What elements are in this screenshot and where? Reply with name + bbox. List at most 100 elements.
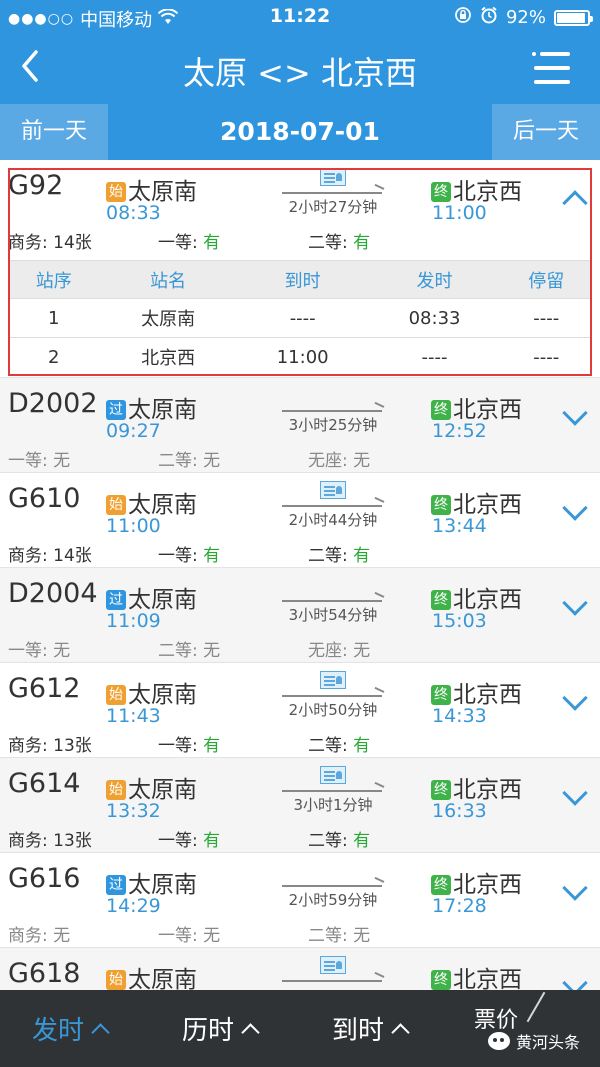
table-cell: ---- xyxy=(236,298,369,338)
date-bar: 前一天 2018-07-01 后一天 xyxy=(0,104,600,160)
seat-count: 14张 xyxy=(53,546,92,566)
train-row[interactable]: G92 始太原南 08:33 2小时27分钟 终北京西 11:00 商务: 14… xyxy=(0,160,600,378)
seat-available: 无 xyxy=(353,641,371,661)
col-depart: 发时 xyxy=(368,260,501,299)
train-row[interactable]: G612 始太原南 11:43 2小时50分钟 终北京西 14:33 商务: 1… xyxy=(0,663,600,758)
origin-tag: 始 xyxy=(106,182,126,202)
seat-label: 二等: xyxy=(308,546,348,566)
depart-time: 08:33 xyxy=(106,202,161,224)
terminal-tag: 终 xyxy=(431,970,451,990)
arrive-time: 14:33 xyxy=(432,705,487,727)
sort-duration-button[interactable]: 历时 xyxy=(182,1010,260,1047)
pass-tag: 过 xyxy=(106,590,126,610)
wechat-icon xyxy=(487,1032,510,1050)
seat-business: 商务: 14张 xyxy=(8,541,92,566)
seat-available: 无 xyxy=(53,926,71,946)
sort-arrive-button[interactable]: 到时 xyxy=(332,1010,410,1047)
seat-available: 有 xyxy=(203,233,221,253)
from-station: 始太原南 xyxy=(106,675,197,709)
origin-tag: 始 xyxy=(106,685,126,705)
menu-dot xyxy=(532,52,536,56)
train-row[interactable]: G618 始太原南 终北京西 xyxy=(0,948,600,990)
expand-chevron-down-icon[interactable] xyxy=(560,687,588,715)
to-station-name: 北京西 xyxy=(453,967,522,990)
train-row[interactable]: D2002 过太原南 09:27 3小时25分钟 终北京西 12:52 一等: … xyxy=(0,378,600,473)
alarm-icon xyxy=(480,6,498,29)
origin-tag: 始 xyxy=(106,780,126,800)
seat-business: 商务: 13张 xyxy=(8,826,92,851)
watermark-text: 黄河头条 xyxy=(515,1033,580,1052)
id-card-icon xyxy=(320,671,346,689)
expand-chevron-down-icon[interactable] xyxy=(560,402,588,430)
expand-chevron-down-icon[interactable] xyxy=(560,592,588,620)
seat-label: 一等: xyxy=(8,451,48,471)
seat-no-seat: 无座: 无 xyxy=(308,636,370,661)
terminal-tag: 终 xyxy=(431,875,451,895)
status-bar: ●●●○○ 中国移动 11:22 92% xyxy=(0,0,600,34)
col-stop: 停留 xyxy=(500,260,592,299)
seat-label: 二等: xyxy=(158,451,198,471)
from-station: 过太原南 xyxy=(106,390,197,424)
watermark: 黄河头条 xyxy=(487,1029,580,1053)
seat-available: 有 xyxy=(203,831,221,851)
terminal-tag: 终 xyxy=(431,182,451,202)
duration-block: 3小时54分钟 xyxy=(280,576,386,626)
collapse-chevron-up-icon[interactable] xyxy=(560,184,588,212)
battery-percent: 92% xyxy=(505,7,546,28)
menu-button[interactable] xyxy=(530,50,570,86)
train-row[interactable]: D2004 过太原南 11:09 3小时54分钟 终北京西 15:03 一等: … xyxy=(0,568,600,663)
train-row[interactable]: G616 过太原南 14:29 2小时59分钟 终北京西 17:28 商务: 无… xyxy=(0,853,600,948)
rotation-lock-icon xyxy=(454,6,472,29)
col-station-name: 站名 xyxy=(99,260,237,299)
seat-label: 二等: xyxy=(308,736,348,756)
train-number: G616 xyxy=(8,863,81,894)
arrive-time: 15:03 xyxy=(432,610,487,632)
seat-label: 商务: xyxy=(8,736,48,756)
duration-block: 2小时44分钟 xyxy=(280,481,386,531)
seat-first-class: 一等: 有 xyxy=(158,541,220,566)
seat-business: 商务: 14张 xyxy=(8,228,92,253)
seat-first-class: 一等: 有 xyxy=(158,731,220,756)
arrive-time: 12:52 xyxy=(432,420,487,442)
selected-date[interactable]: 2018-07-01 xyxy=(108,104,492,160)
table-cell: 北京西 xyxy=(99,337,237,377)
menu-line xyxy=(534,66,570,70)
train-list[interactable]: G92 始太原南 08:33 2小时27分钟 终北京西 11:00 商务: 14… xyxy=(0,160,600,990)
table-row: 1 太原南 ---- 08:33 ---- xyxy=(8,298,592,338)
sort-depart-button[interactable]: 发时 xyxy=(32,1010,110,1047)
seat-count: 13张 xyxy=(53,831,92,851)
expand-chevron-down-icon[interactable] xyxy=(560,877,588,905)
expand-chevron-down-icon[interactable] xyxy=(560,972,588,990)
arrow-right-icon xyxy=(282,410,382,412)
prev-day-button[interactable]: 前一天 xyxy=(0,104,108,160)
seat-no-seat: 无座: 无 xyxy=(308,446,370,471)
pass-tag: 过 xyxy=(106,400,126,420)
seat-available: 无 xyxy=(203,641,221,661)
id-card-icon xyxy=(320,481,346,499)
origin-tag: 始 xyxy=(106,970,126,990)
divider xyxy=(526,991,546,1023)
next-day-button[interactable]: 后一天 xyxy=(492,104,600,160)
expand-chevron-down-icon[interactable] xyxy=(560,782,588,810)
seat-available: 有 xyxy=(203,546,221,566)
seat-second-class: 二等: 无 xyxy=(158,636,220,661)
duration: 2小时59分钟 xyxy=(288,891,378,909)
arrow-right-icon xyxy=(282,505,382,507)
chevron-up-icon xyxy=(241,1023,260,1042)
seat-second-class: 二等: 有 xyxy=(308,826,370,851)
seat-label: 商务: xyxy=(8,546,48,566)
from-station: 始太原南 xyxy=(106,172,197,206)
chevron-up-icon xyxy=(91,1023,110,1042)
duration: 2小时50分钟 xyxy=(288,701,378,719)
train-row[interactable]: G614 始太原南 13:32 3小时1分钟 终北京西 16:33 商务: 13… xyxy=(0,758,600,853)
arrow-right-icon xyxy=(282,192,382,194)
id-card-icon xyxy=(320,956,346,974)
seat-available: 有 xyxy=(353,546,371,566)
to-station: 终北京西 xyxy=(431,485,522,519)
train-row[interactable]: G610 始太原南 11:00 2小时44分钟 终北京西 13:44 商务: 1… xyxy=(0,473,600,568)
expand-chevron-down-icon[interactable] xyxy=(560,497,588,525)
menu-line xyxy=(540,52,570,56)
from-station: 始太原南 xyxy=(106,485,197,519)
seat-available: 无 xyxy=(53,641,71,661)
terminal-tag: 终 xyxy=(431,495,451,515)
